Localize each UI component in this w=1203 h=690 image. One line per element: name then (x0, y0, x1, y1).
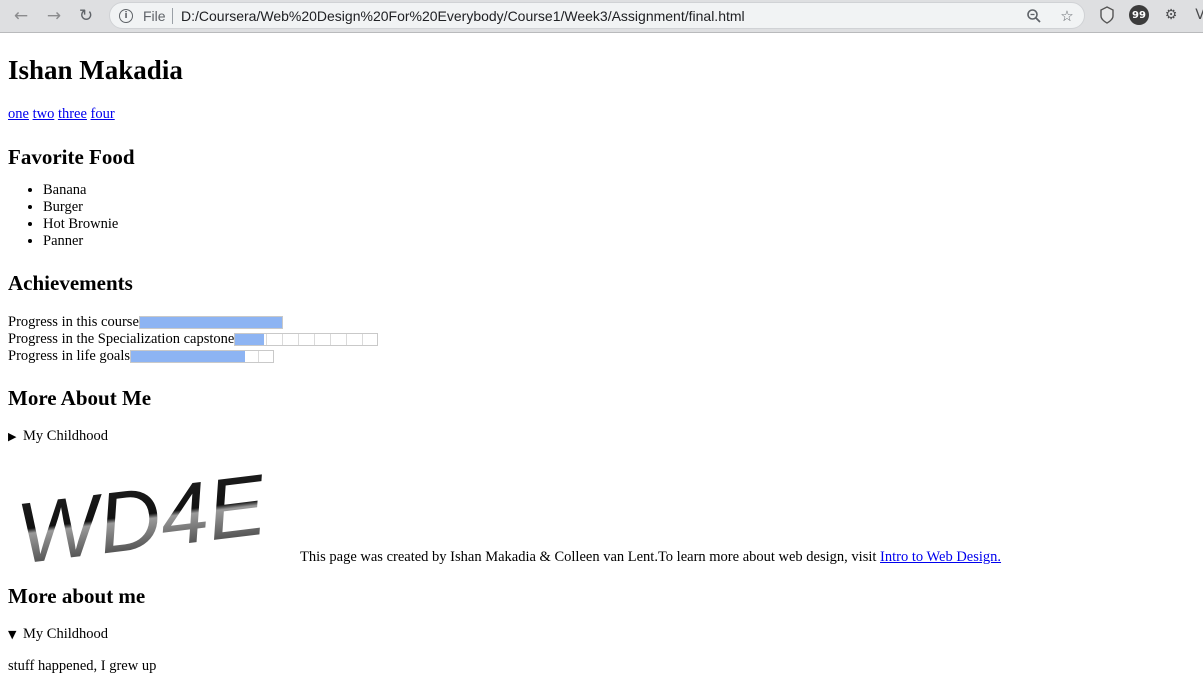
credit-body: This page was created by Ishan Makadia &… (300, 549, 881, 565)
chat-extension-icon[interactable]: 99 (1129, 5, 1149, 25)
nav-links: one two three four (8, 106, 1195, 123)
childhood-summary-expanded[interactable]: ▼ My Childhood (8, 626, 1195, 643)
nav-link-three[interactable]: three (58, 106, 87, 122)
list-item: Banana (43, 182, 1195, 199)
progress-bar (138, 316, 283, 329)
progress-row: Progress in the Specialization capstone (8, 331, 1195, 348)
star-icon[interactable]: ☆ (1057, 6, 1077, 26)
progress-label: Progress in life goals (8, 348, 131, 364)
wd4e-logo-image: WD4E (12, 457, 272, 567)
logo-credit-row: WD4E This page was created by Ishan Maka… (8, 449, 1195, 567)
progress-row: Progress in life goals (8, 348, 1195, 365)
page-title: Ishan Makadia (8, 55, 183, 85)
favorite-food-list: Banana Burger Hot Brownie Panner (8, 182, 1195, 250)
intro-web-design-link[interactable]: Intro to Web Design. (880, 549, 1001, 565)
triangle-down-icon: ▼ (8, 628, 17, 641)
progress-row: Progress in this course (8, 314, 1195, 331)
browser-toolbar: ← → ↻ i File D:/Coursera/Web%20Design%20… (0, 0, 1203, 33)
progress-label: Progress in the Specialization capstone (8, 331, 235, 347)
progress-bar (234, 333, 379, 346)
file-label: File (143, 8, 166, 24)
address-bar[interactable]: i File D:/Coursera/Web%20Design%20For%20… (109, 2, 1085, 29)
zoom-icon[interactable] (1024, 6, 1044, 26)
forward-arrow-icon[interactable]: → (42, 4, 66, 28)
shield-extension-icon[interactable] (1097, 5, 1117, 25)
more-about-me-heading: More About Me (8, 386, 152, 410)
list-item: Burger (43, 199, 1195, 216)
triangle-right-icon: ▶ (8, 430, 17, 443)
url-text[interactable]: D:/Coursera/Web%20Design%20For%20Everybo… (181, 8, 745, 24)
summary-label: My Childhood (23, 626, 108, 642)
progress-label: Progress in this course (8, 314, 139, 330)
progress-fill (139, 317, 282, 328)
nav-link-four[interactable]: four (91, 106, 115, 122)
nav-link-one[interactable]: one (8, 106, 29, 122)
progress-list: Progress in this course Progress in the … (8, 314, 1195, 365)
gear-extension-icon[interactable]: ⚙ (1161, 5, 1181, 25)
favorite-food-heading: Favorite Food (8, 145, 135, 169)
more-about-me-heading-2: More about me (8, 584, 146, 608)
logo-text: WD4E (12, 457, 272, 567)
back-arrow-icon[interactable]: ← (9, 4, 33, 28)
profile-icon[interactable]: V (1190, 5, 1203, 25)
progress-fill (131, 351, 245, 362)
list-item: Panner (43, 233, 1195, 250)
progress-fill (235, 334, 264, 345)
progress-bar (130, 350, 275, 363)
list-item: Hot Brownie (43, 216, 1195, 233)
reload-icon[interactable]: ↻ (74, 4, 98, 28)
credit-text: This page was created by Ishan Makadia &… (300, 549, 1001, 566)
childhood-summary-collapsed[interactable]: ▶ My Childhood (8, 428, 1195, 445)
address-separator (172, 8, 173, 24)
info-icon[interactable]: i (119, 9, 133, 23)
page-content: Ishan Makadia one two three four Favorit… (0, 54, 1203, 675)
achievements-heading: Achievements (8, 271, 133, 295)
summary-label: My Childhood (23, 428, 108, 444)
nav-link-two[interactable]: two (33, 106, 55, 122)
childhood-details-text: stuff happened, I grew up (8, 658, 157, 674)
